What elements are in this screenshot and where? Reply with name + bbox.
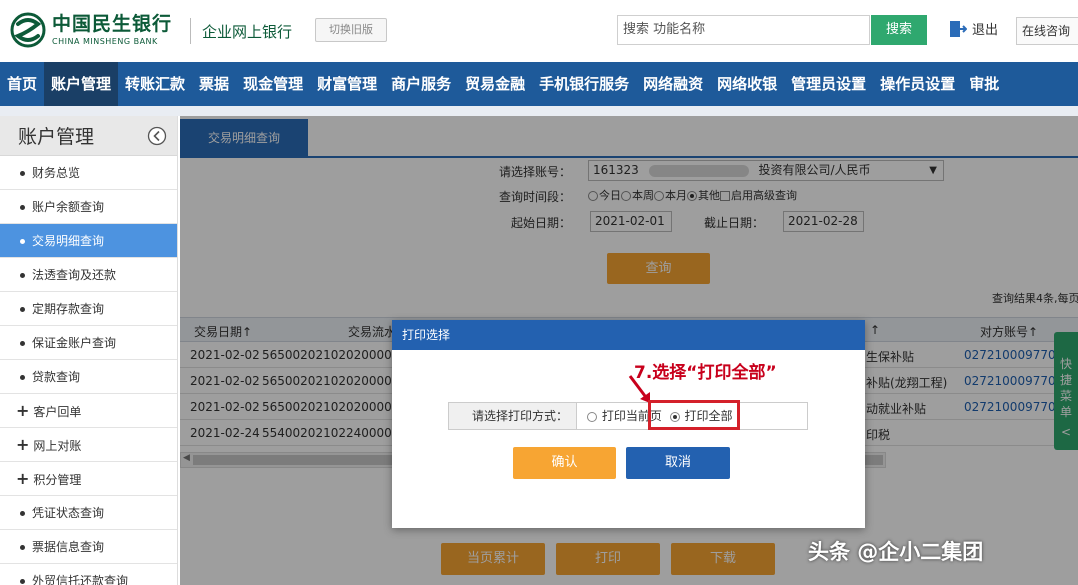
bullet-icon (20, 511, 25, 516)
sidebar-header: 账户管理 (0, 116, 177, 156)
sidebar-item-6[interactable]: 贷款查询 (0, 360, 177, 394)
nav-item-6[interactable]: 商户服务 (384, 62, 458, 106)
print-mode-row: 请选择打印方式： 打印当前页 打印全部 (448, 402, 808, 430)
sidebar-item-label: 账户余额查询 (32, 200, 105, 214)
search-input[interactable]: 搜索 功能名称 (617, 15, 870, 45)
nav-item-13[interactable]: 审批 (962, 62, 1006, 106)
sidebar-item-label: 法透查询及还款 (32, 268, 117, 282)
sidebar-item-11[interactable]: 票据信息查询 (0, 530, 177, 564)
nav-item-0[interactable]: 首页 (0, 62, 44, 106)
switch-old-version-button[interactable]: 切换旧版 (315, 18, 387, 42)
annotation-highlight-box (648, 400, 740, 430)
main-nav: 首页 账户管理 转账汇款 票据 现金管理 财富管理 商户服务 贸易金融 手机银行服务 网络融资 网络… (0, 62, 1078, 106)
app-root: 中国民生银行 CHINA MINSHENG BANK 企业网上银行 切换旧版 搜… (0, 0, 1078, 585)
bullet-icon (20, 341, 25, 346)
dialog-title: 打印选择 (392, 320, 865, 350)
bullet-icon (20, 579, 25, 584)
sidebar-list: 财务总览账户余额查询 交易明细查询 法透查询及还款 定期存款查询 保证金账户查询 贷款查询… (0, 156, 177, 585)
logout-button[interactable]: 退出 (949, 19, 998, 38)
nav-item-8[interactable]: 手机银行服务 (532, 62, 636, 106)
sidebar-item-label: 凭证状态查询 (32, 506, 105, 520)
bullet-icon (20, 171, 25, 176)
sidebar-item-label: 票据信息查询 (32, 540, 105, 554)
nav-item-5[interactable]: 财富管理 (310, 62, 384, 106)
nav-underbar (0, 106, 1078, 116)
sidebar-item-5[interactable]: 保证金账户查询 (0, 326, 177, 360)
confirm-button[interactable]: 确认 (513, 447, 616, 479)
collapse-icon[interactable] (147, 126, 167, 146)
sidebar-item-8[interactable]: + 网上对账 (0, 428, 177, 462)
watermark: 头条 @企小二集团 (808, 540, 984, 564)
sidebar-item-12[interactable]: 外贸信托还款查询 (0, 564, 177, 585)
sidebar-item-4[interactable]: 定期存款查询 (0, 292, 177, 326)
sidebar-item-label: 网上对账 (33, 439, 82, 453)
nav-item-1[interactable]: 账户管理 (44, 62, 119, 106)
header: 中国民生银行 CHINA MINSHENG BANK 企业网上银行 切换旧版 搜… (0, 0, 1078, 62)
sidebar-item-label: 外贸信托还款查询 (32, 574, 129, 585)
sidebar: 账户管理 财务总览账户余额查询 交易明细查询 法透查询及还款 定期存款查询 保证金账户查… (0, 116, 178, 585)
sidebar-item-label: 贷款查询 (32, 370, 81, 384)
nav-item-11[interactable]: 管理员设置 (784, 62, 873, 106)
bullet-icon (20, 239, 25, 244)
radio-unchecked-icon (587, 411, 597, 422)
sidebar-item-3[interactable]: 法透查询及还款 (0, 258, 177, 292)
bank-name-en: CHINA MINSHENG BANK (52, 36, 158, 46)
nav-item-9[interactable]: 网络融资 (636, 62, 710, 106)
bullet-icon (20, 545, 25, 550)
sidebar-item-label: 财务总览 (32, 166, 81, 180)
channel-title: 企业网上银行 (202, 23, 293, 41)
print-mode-label: 请选择打印方式： (449, 403, 577, 429)
logout-icon (950, 20, 967, 37)
minsheng-logo-icon (10, 12, 46, 48)
search-button[interactable]: 搜索 (871, 15, 927, 45)
expand-plus-icon: + (16, 469, 30, 488)
logout-label: 退出 (972, 23, 999, 38)
sidebar-item-label: 定期存款查询 (32, 302, 105, 316)
sidebar-item-1[interactable]: 账户余额查询 (0, 190, 177, 224)
nav-item-2[interactable]: 转账汇款 (118, 62, 192, 106)
bank-name-cn: 中国民生银行 (52, 12, 173, 35)
sidebar-item-0[interactable]: 财务总览 (0, 156, 177, 190)
nav-item-10[interactable]: 网络收银 (710, 62, 784, 106)
bullet-icon (20, 375, 25, 380)
header-divider (190, 18, 191, 44)
nav-item-12[interactable]: 操作员设置 (873, 62, 962, 106)
sidebar-item-2[interactable]: 交易明细查询 (0, 224, 177, 258)
online-consult-button[interactable]: 在线咨询 (1016, 17, 1078, 45)
sidebar-item-label: 积分管理 (33, 473, 82, 487)
nav-item-3[interactable]: 票据 (192, 62, 236, 106)
bank-logo[interactable]: 中国民生银行 CHINA MINSHENG BANK (10, 12, 172, 48)
bullet-icon (20, 307, 25, 312)
nav-item-7[interactable]: 贸易金融 (458, 62, 532, 106)
sidebar-item-label: 保证金账户查询 (32, 336, 117, 350)
bullet-icon (20, 205, 25, 210)
nav-item-4[interactable]: 现金管理 (236, 62, 310, 106)
sidebar-item-label: 交易明细查询 (32, 234, 105, 248)
cancel-button[interactable]: 取消 (626, 447, 730, 479)
expand-plus-icon: + (16, 401, 30, 420)
print-select-dialog: 打印选择 请选择打印方式： 打印当前页 打印全部 确认 取消 (392, 320, 865, 528)
sidebar-item-10[interactable]: 凭证状态查询 (0, 496, 177, 530)
sidebar-item-9[interactable]: + 积分管理 (0, 462, 177, 496)
sidebar-title: 账户管理 (18, 126, 95, 148)
bullet-icon (20, 273, 25, 278)
expand-plus-icon: + (16, 435, 30, 454)
sidebar-item-label: 客户回单 (33, 405, 82, 419)
sidebar-item-7[interactable]: + 客户回单 (0, 394, 177, 428)
